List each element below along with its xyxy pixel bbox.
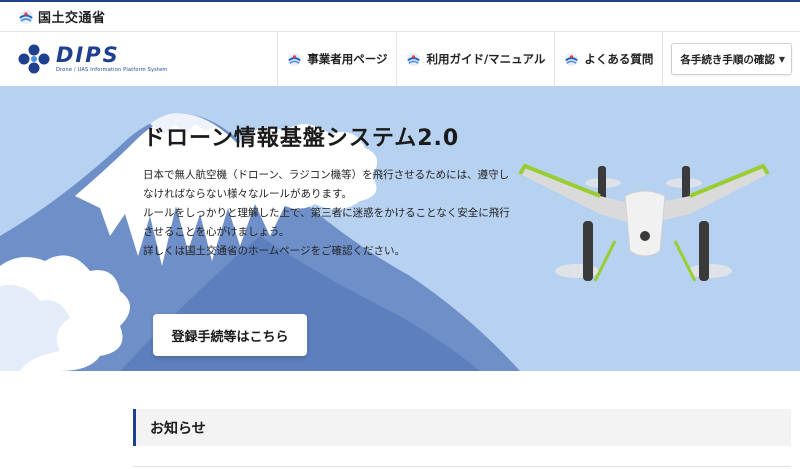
procedures-dropdown[interactable]: 各手続き手順の確認 ▼: [671, 43, 792, 75]
mlit-logo-icon: [407, 52, 421, 66]
logo-subtitle: Drone / UAS Information Platform System: [56, 67, 168, 73]
mlit-logo-icon: [565, 52, 579, 66]
mlit-logo-icon: [288, 52, 302, 66]
ministry-name[interactable]: 国土交通省: [38, 7, 106, 26]
chevron-down-icon: ▼: [778, 54, 785, 64]
divider: [133, 466, 791, 467]
hero-description-line: させることを心がけましょう。: [143, 226, 290, 238]
ministry-bar: 国土交通省: [0, 0, 800, 32]
procedures-dropdown-label: 各手続き手順の確認: [680, 53, 775, 66]
nav-item-procedures: 各手続き手順の確認 ▼: [662, 32, 800, 86]
dips-logo[interactable]: DIPS Drone / UAS Information Platform Sy…: [0, 32, 277, 86]
drone-illustration: [518, 163, 770, 282]
hero-description-line: なければならない様々なルールがあります。: [143, 188, 352, 200]
registration-button[interactable]: 登録手続等はこちら: [153, 314, 307, 356]
nav-item-label: よくある質問: [584, 52, 654, 66]
nav-item-label: 事業者用ページ: [307, 52, 388, 66]
hero-description-line: 詳しくは国土交通省のホームページをご確認ください。: [143, 245, 405, 257]
main-nav: 事業者用ページ 利用ガイド/マニュアル よくある質問 各手続き手順の確認 ▼: [277, 32, 800, 86]
notice-heading: お知らせ: [150, 420, 206, 437]
hero-title: ドローン情報基盤システム2.0: [143, 126, 460, 151]
mlit-logo-icon: [19, 9, 33, 24]
logo-text: DIPS: [56, 43, 120, 67]
hero-description: 日本で無人航空機（ドローン、ラジコン機等）を飛行させるためには、遵守し なければ…: [143, 166, 523, 261]
dips-logo-icon: [18, 44, 50, 74]
notice-section-header: お知らせ: [133, 409, 791, 446]
hero-description-line: ルールをしっかりと理解した上で、第三者に迷惑をかけることなく安全に飛行: [143, 207, 510, 219]
nav-item-guide[interactable]: 利用ガイド/マニュアル: [396, 32, 554, 86]
nav-item-faq[interactable]: よくある質問: [554, 32, 662, 86]
hero-description-line: 日本で無人航空機（ドローン、ラジコン機等）を飛行させるためには、遵守し: [143, 169, 510, 181]
nav-item-business[interactable]: 事業者用ページ: [277, 32, 396, 86]
site-header: DIPS Drone / UAS Information Platform Sy…: [0, 32, 800, 86]
hero-banner: ドローン情報基盤システム2.0 日本で無人航空機（ドローン、ラジコン機等）を飛行…: [0, 86, 800, 371]
nav-item-label: 利用ガイド/マニュアル: [426, 52, 546, 66]
